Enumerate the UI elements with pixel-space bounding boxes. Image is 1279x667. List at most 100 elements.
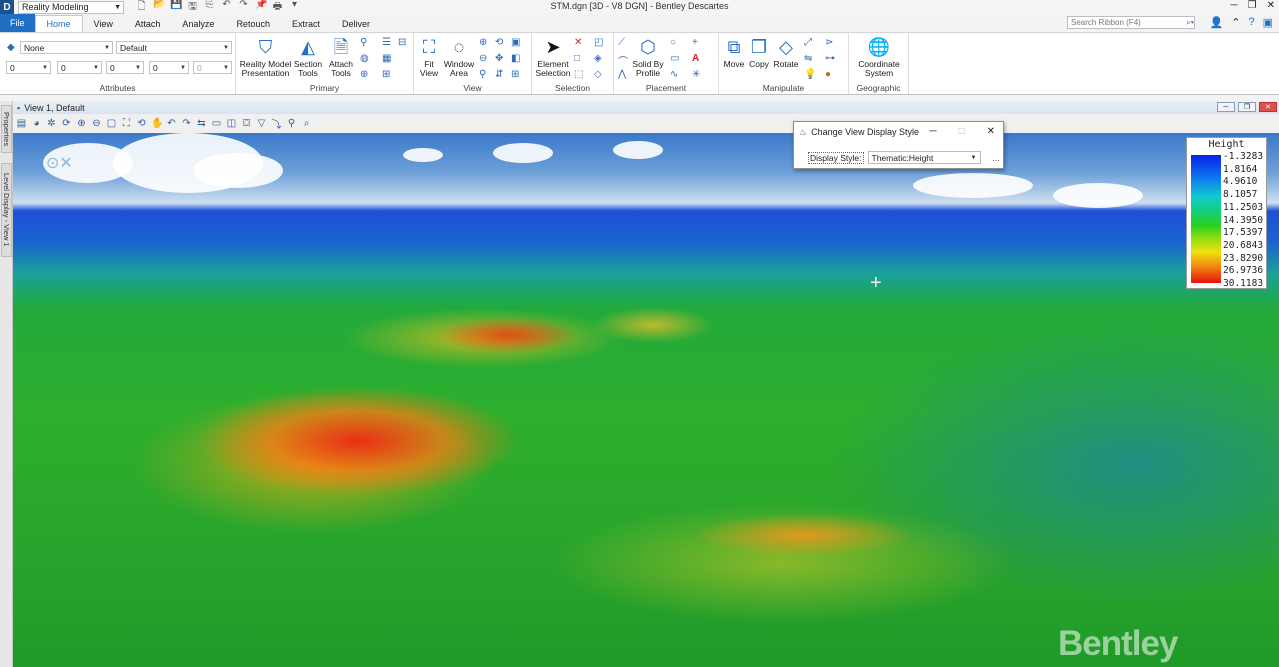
line-icon[interactable]: ⟋ bbox=[618, 37, 625, 48]
view-display-icon[interactable]: ◧ bbox=[511, 53, 520, 64]
clip-back-icon[interactable]: ⤵ bbox=[271, 116, 282, 131]
collapse-ribbon-icon[interactable]: ⌃ bbox=[1231, 16, 1240, 29]
line-weight-combo[interactable]: 0 ▼ bbox=[106, 61, 144, 74]
curve-icon[interactable]: ∿ bbox=[670, 69, 678, 80]
attach-icon[interactable]: ⊞ bbox=[382, 69, 390, 80]
point-icon[interactable]: + bbox=[692, 37, 698, 48]
tab-extract[interactable]: Extract bbox=[281, 15, 331, 32]
view-layout-icon[interactable]: ⊞ bbox=[511, 69, 519, 80]
fence-icon[interactable]: ◇ bbox=[594, 69, 602, 80]
help-icon[interactable]: ? bbox=[1248, 16, 1254, 29]
pan-icon[interactable]: ✥ bbox=[495, 53, 503, 64]
solid-by-profile-button[interactable]: ⬡ Solid By Profile bbox=[630, 36, 666, 78]
element-selection-button[interactable]: ➤ Element Selection bbox=[535, 36, 571, 78]
level-display-side-tab[interactable]: Level Display - View 1 bbox=[1, 163, 12, 257]
move-button[interactable]: ⧉ Move bbox=[722, 36, 746, 69]
fit-view-icon[interactable]: ⛶ bbox=[121, 118, 132, 129]
dialog-close-icon[interactable]: ✕ bbox=[987, 126, 995, 137]
scale-icon[interactable]: ⤢ bbox=[804, 37, 812, 48]
select-box-icon[interactable]: □ bbox=[574, 53, 580, 64]
rotate-view-icon[interactable]: ⟲ bbox=[136, 118, 147, 129]
view-attributes-icon[interactable]: ▤ bbox=[16, 118, 27, 129]
rotate-view-icon[interactable]: ⟲ bbox=[495, 37, 503, 48]
text-icon[interactable]: A bbox=[692, 53, 699, 64]
lightbulb-icon[interactable]: 💡 bbox=[804, 69, 816, 80]
reality-model-presentation-button[interactable]: ⛉ Reality Model Presentation bbox=[238, 36, 293, 78]
element-template-combo[interactable]: Default ▼ bbox=[116, 41, 232, 54]
tab-analyze[interactable]: Analyze bbox=[171, 15, 225, 32]
update-view-icon[interactable]: ⟳ bbox=[61, 118, 72, 129]
grid-icon[interactable]: ⊟ bbox=[398, 37, 406, 48]
search-icon[interactable]: ⚲ bbox=[286, 118, 297, 129]
clip-volume-icon[interactable]: ◫ bbox=[226, 118, 237, 129]
view-close-icon[interactable]: ✕ bbox=[1259, 102, 1277, 112]
transparency-combo[interactable]: 0 ▼ bbox=[149, 61, 189, 74]
model-icon[interactable]: ◍ bbox=[360, 53, 369, 64]
view-attributes-icon[interactable]: ▣ bbox=[511, 37, 520, 48]
polyline-icon[interactable]: ⋀ bbox=[618, 69, 626, 80]
tab-file[interactable]: File bbox=[0, 14, 35, 32]
find-icon[interactable]: ⚲ bbox=[360, 37, 367, 48]
tab-home[interactable]: Home bbox=[34, 15, 83, 32]
view-settings-icon[interactable]: ✲ bbox=[46, 118, 57, 129]
zoom-out-icon[interactable]: ⊖ bbox=[91, 118, 102, 129]
attach-tools-button[interactable]: 🗎 Attach Tools bbox=[325, 36, 357, 78]
zoom-out-icon[interactable]: ⊖ bbox=[479, 53, 487, 64]
display-icon[interactable]: ⊕ bbox=[360, 69, 368, 80]
walk-icon[interactable]: ⚲ bbox=[479, 69, 486, 80]
display-style-more-button[interactable]: ... bbox=[993, 153, 1000, 163]
bentley-cloud-icon[interactable]: ▣ bbox=[1263, 16, 1273, 29]
cell-icon[interactable]: ✳ bbox=[692, 69, 700, 80]
circle-icon[interactable]: ○ bbox=[670, 37, 676, 48]
clip-front-icon[interactable]: ▽ bbox=[256, 118, 267, 129]
view-minimize-icon[interactable]: ─ bbox=[1217, 102, 1235, 112]
view-display-style-icon[interactable]: ◕ bbox=[31, 118, 42, 129]
rectangle-icon[interactable]: ▭ bbox=[670, 53, 679, 64]
search-ribbon-input[interactable]: Search Ribbon (F4) ⌕▾ bbox=[1067, 16, 1195, 29]
copy-button[interactable]: ❐ Copy bbox=[746, 36, 772, 69]
window-area-button[interactable]: ◌ Window Area bbox=[442, 36, 476, 78]
coordinate-system-button[interactable]: 🌐 Coordinate System bbox=[853, 36, 905, 78]
walk-icon[interactable]: ⇆ bbox=[196, 118, 207, 129]
array-icon[interactable]: ⋗ bbox=[825, 37, 833, 48]
view-previous-icon[interactable]: ↶ bbox=[166, 118, 177, 129]
close-icon[interactable]: ✕ bbox=[1267, 0, 1275, 11]
tab-deliver[interactable]: Deliver bbox=[331, 15, 381, 32]
toggle-camera-icon[interactable]: ▭ bbox=[211, 118, 222, 129]
view-restore-icon[interactable]: ❐ bbox=[1238, 102, 1256, 112]
arc-icon[interactable]: ⌒ bbox=[618, 53, 628, 68]
app-logo-icon[interactable]: D bbox=[0, 0, 14, 14]
tab-view[interactable]: View bbox=[83, 15, 124, 32]
align-icon[interactable]: ⊶ bbox=[825, 53, 835, 64]
level-combo[interactable]: None ▼ bbox=[20, 41, 113, 54]
dialog-maximize-icon[interactable]: □ bbox=[959, 126, 965, 137]
fit-view-button[interactable]: ⛶ Fit View bbox=[417, 36, 441, 78]
window-area-icon[interactable]: ▢ bbox=[106, 118, 117, 129]
tab-retouch[interactable]: Retouch bbox=[225, 15, 281, 32]
workflow-combo[interactable]: Reality Modeling ▼ bbox=[18, 0, 124, 14]
select-block-icon[interactable]: ⬚ bbox=[574, 69, 583, 80]
levels-icon[interactable]: ☰ bbox=[382, 37, 391, 48]
zoom-in-icon[interactable]: ⊕ bbox=[76, 118, 87, 129]
tab-attach[interactable]: Attach bbox=[124, 15, 172, 32]
dialog-minimize-icon[interactable]: ─ bbox=[929, 126, 936, 137]
priority-combo[interactable]: 0 ▼ bbox=[193, 61, 232, 74]
view-next-icon[interactable]: ↷ bbox=[181, 118, 192, 129]
select-all-icon[interactable]: ◈ bbox=[594, 53, 602, 64]
layers-icon[interactable]: ▦ bbox=[382, 53, 391, 64]
minimize-icon[interactable]: ─ bbox=[1231, 0, 1238, 11]
display-style-select[interactable]: Thematic:Height ▼ bbox=[867, 151, 981, 164]
delete-icon[interactable]: ✕ bbox=[574, 37, 582, 48]
restore-icon[interactable]: ❐ bbox=[1248, 0, 1257, 11]
3d-terrain-view[interactable] bbox=[13, 133, 1279, 667]
mirror-icon[interactable]: ⇋ bbox=[804, 53, 812, 64]
view-rotation-cube-icon[interactable]: ⊙✕ bbox=[46, 153, 73, 173]
section-tools-button[interactable]: ◭ Section Tools bbox=[292, 36, 324, 78]
rotate-button[interactable]: ◇ Rotate bbox=[772, 36, 800, 69]
fly-icon[interactable]: ⇵ bbox=[495, 69, 503, 80]
camera-icon[interactable]: ⌕ bbox=[301, 118, 312, 129]
line-style-combo[interactable]: 0 ▼ bbox=[57, 61, 102, 74]
clip-mask-icon[interactable]: ⛋ bbox=[241, 118, 252, 129]
user-icon[interactable]: 👤 bbox=[1210, 16, 1224, 29]
material-icon[interactable]: ● bbox=[825, 69, 831, 80]
